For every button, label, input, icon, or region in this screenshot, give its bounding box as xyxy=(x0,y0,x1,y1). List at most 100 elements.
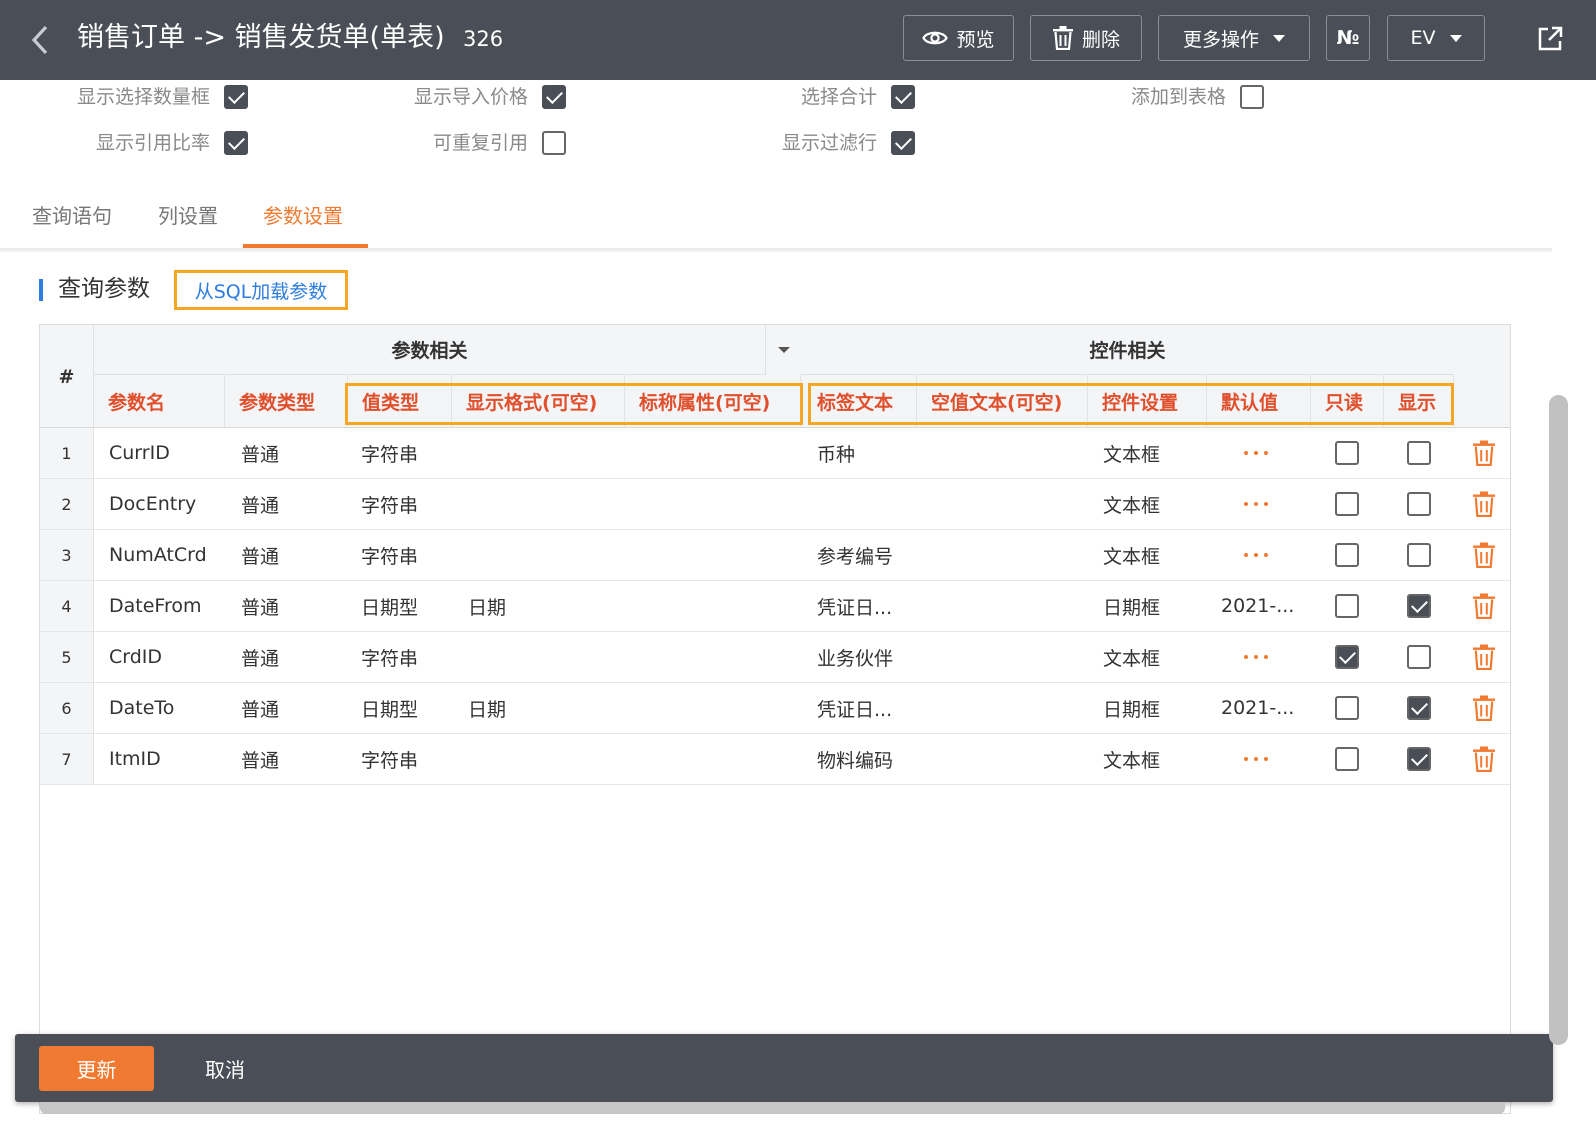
visible-checkbox[interactable] xyxy=(1407,594,1431,618)
load-params-from-sql-button[interactable]: 从SQL加载参数 xyxy=(174,270,348,310)
default-value-cell[interactable]: 2021-... xyxy=(1221,581,1294,631)
add-to-table-checkbox[interactable] xyxy=(1240,85,1264,109)
label-text-cell[interactable]: 币种 xyxy=(817,428,855,478)
label-text-cell[interactable]: 凭证日... xyxy=(817,581,892,631)
value-type-cell[interactable]: 日期型 xyxy=(361,581,418,631)
delete-row-trash-icon[interactable] xyxy=(1472,440,1496,466)
param-name-cell[interactable]: DocEntry xyxy=(109,479,196,529)
column-header-control-settings[interactable]: 控件设置 xyxy=(1088,375,1207,427)
ev-dropdown[interactable]: EV xyxy=(1387,15,1485,61)
readonly-checkbox[interactable] xyxy=(1335,543,1359,567)
column-header-readonly[interactable]: 只读 xyxy=(1311,375,1384,427)
readonly-checkbox[interactable] xyxy=(1335,441,1359,465)
default-value-more-icon[interactable] xyxy=(1244,479,1268,529)
delete-button[interactable]: 删除 xyxy=(1030,15,1142,61)
readonly-checkbox[interactable] xyxy=(1335,645,1359,669)
column-header-value-type[interactable]: 值类型 xyxy=(348,375,452,427)
control-settings-cell[interactable]: 文本框 xyxy=(1103,428,1160,478)
control-settings-cell[interactable]: 日期框 xyxy=(1103,581,1160,631)
param-type-cell[interactable]: 普通 xyxy=(241,581,279,631)
control-settings-cell[interactable]: 文本框 xyxy=(1103,734,1160,784)
table-row[interactable]: 7 ItmID 普通 字符串 物料编码 文本框 xyxy=(40,734,1510,785)
vertical-scrollbar[interactable] xyxy=(1549,395,1568,1045)
column-header-visible[interactable]: 显示 xyxy=(1384,375,1454,427)
column-header-empty-text[interactable]: 空值文本(可空) xyxy=(917,375,1088,427)
display-format-cell[interactable]: 日期 xyxy=(468,581,506,631)
control-settings-cell[interactable]: 文本框 xyxy=(1103,479,1160,529)
value-type-cell[interactable]: 字符串 xyxy=(361,734,418,784)
visible-checkbox[interactable] xyxy=(1407,645,1431,669)
tab-query-statement[interactable]: 查询语句 xyxy=(32,201,112,231)
control-settings-cell[interactable]: 日期框 xyxy=(1103,683,1160,733)
show-import-price-checkbox[interactable] xyxy=(542,85,566,109)
table-row[interactable]: 4 DateFrom 普通 日期型 日期 凭证日... 日期框 2021-... xyxy=(40,581,1510,632)
value-type-cell[interactable]: 字符串 xyxy=(361,530,418,580)
visible-checkbox[interactable] xyxy=(1407,696,1431,720)
table-row[interactable]: 2 DocEntry 普通 字符串 文本框 xyxy=(40,479,1510,530)
table-row[interactable]: 1 CurrID 普通 字符串 币种 文本框 xyxy=(40,428,1510,479)
horizontal-scrollbar[interactable] xyxy=(40,1102,1505,1114)
readonly-checkbox[interactable] xyxy=(1335,492,1359,516)
label-text-cell[interactable]: 参考编号 xyxy=(817,530,893,580)
cancel-button[interactable]: 取消 xyxy=(205,1046,265,1091)
table-row[interactable]: 3 NumAtCrd 普通 字符串 参考编号 文本框 xyxy=(40,530,1510,581)
default-value-more-icon[interactable] xyxy=(1244,530,1268,580)
value-type-cell[interactable]: 字符串 xyxy=(361,479,418,529)
default-value-cell[interactable]: 2021-... xyxy=(1221,683,1294,733)
control-settings-cell[interactable]: 文本框 xyxy=(1103,632,1160,682)
value-type-cell[interactable]: 字符串 xyxy=(361,428,418,478)
readonly-checkbox[interactable] xyxy=(1335,696,1359,720)
numbering-button[interactable]: № xyxy=(1326,15,1370,61)
delete-row-trash-icon[interactable] xyxy=(1472,593,1496,619)
param-name-cell[interactable]: ItmID xyxy=(109,734,161,784)
update-button[interactable]: 更新 xyxy=(39,1046,154,1091)
readonly-checkbox[interactable] xyxy=(1335,594,1359,618)
param-type-cell[interactable]: 普通 xyxy=(241,632,279,682)
column-header-label-text[interactable]: 标签文本 xyxy=(801,375,917,427)
back-chevron-icon[interactable] xyxy=(26,22,56,58)
select-total-checkbox[interactable] xyxy=(891,85,915,109)
show-filter-row-checkbox[interactable] xyxy=(891,131,915,155)
visible-checkbox[interactable] xyxy=(1407,441,1431,465)
column-header-param-type[interactable]: 参数类型 xyxy=(225,375,348,427)
display-format-cell[interactable]: 日期 xyxy=(468,683,506,733)
table-row[interactable]: 6 DateTo 普通 日期型 日期 凭证日... 日期框 2021-... xyxy=(40,683,1510,734)
repeatable-ref-checkbox[interactable] xyxy=(542,131,566,155)
show-qty-box-checkbox[interactable] xyxy=(224,85,248,109)
param-type-cell[interactable]: 普通 xyxy=(241,734,279,784)
default-value-more-icon[interactable] xyxy=(1244,734,1268,784)
tab-column-settings[interactable]: 列设置 xyxy=(158,201,218,231)
delete-row-trash-icon[interactable] xyxy=(1472,746,1496,772)
delete-row-trash-icon[interactable] xyxy=(1472,491,1496,517)
show-ref-ratio-checkbox[interactable] xyxy=(224,131,248,155)
visible-checkbox[interactable] xyxy=(1407,492,1431,516)
param-type-cell[interactable]: 普通 xyxy=(241,428,279,478)
default-value-more-icon[interactable] xyxy=(1244,632,1268,682)
column-header-default-value[interactable]: 默认值 xyxy=(1207,375,1311,427)
share-external-icon[interactable] xyxy=(1536,25,1564,53)
tab-parameter-settings[interactable]: 参数设置 xyxy=(263,201,343,231)
param-name-cell[interactable]: CurrID xyxy=(109,428,170,478)
preview-button[interactable]: 预览 xyxy=(903,15,1014,61)
default-value-more-icon[interactable] xyxy=(1244,428,1268,478)
column-header-display-format[interactable]: 显示格式(可空) xyxy=(452,375,625,427)
param-type-cell[interactable]: 普通 xyxy=(241,683,279,733)
table-row[interactable]: 5 CrdID 普通 字符串 业务伙伴 文本框 xyxy=(40,632,1510,683)
param-type-cell[interactable]: 普通 xyxy=(241,479,279,529)
label-text-cell[interactable]: 凭证日... xyxy=(817,683,892,733)
delete-row-trash-icon[interactable] xyxy=(1472,695,1496,721)
control-settings-cell[interactable]: 文本框 xyxy=(1103,530,1160,580)
param-name-cell[interactable]: DateFrom xyxy=(109,581,202,631)
value-type-cell[interactable]: 日期型 xyxy=(361,683,418,733)
param-name-cell[interactable]: CrdID xyxy=(109,632,162,682)
param-name-cell[interactable]: DateTo xyxy=(109,683,174,733)
label-text-cell[interactable]: 业务伙伴 xyxy=(817,632,893,682)
visible-checkbox[interactable] xyxy=(1407,543,1431,567)
column-header-nominal-attr[interactable]: 标称属性(可空) xyxy=(625,375,801,427)
param-type-cell[interactable]: 普通 xyxy=(241,530,279,580)
visible-checkbox[interactable] xyxy=(1407,747,1431,771)
group-collapse-toggle[interactable] xyxy=(765,325,801,375)
delete-row-trash-icon[interactable] xyxy=(1472,542,1496,568)
readonly-checkbox[interactable] xyxy=(1335,747,1359,771)
column-header-param-name[interactable]: 参数名 xyxy=(94,375,225,427)
